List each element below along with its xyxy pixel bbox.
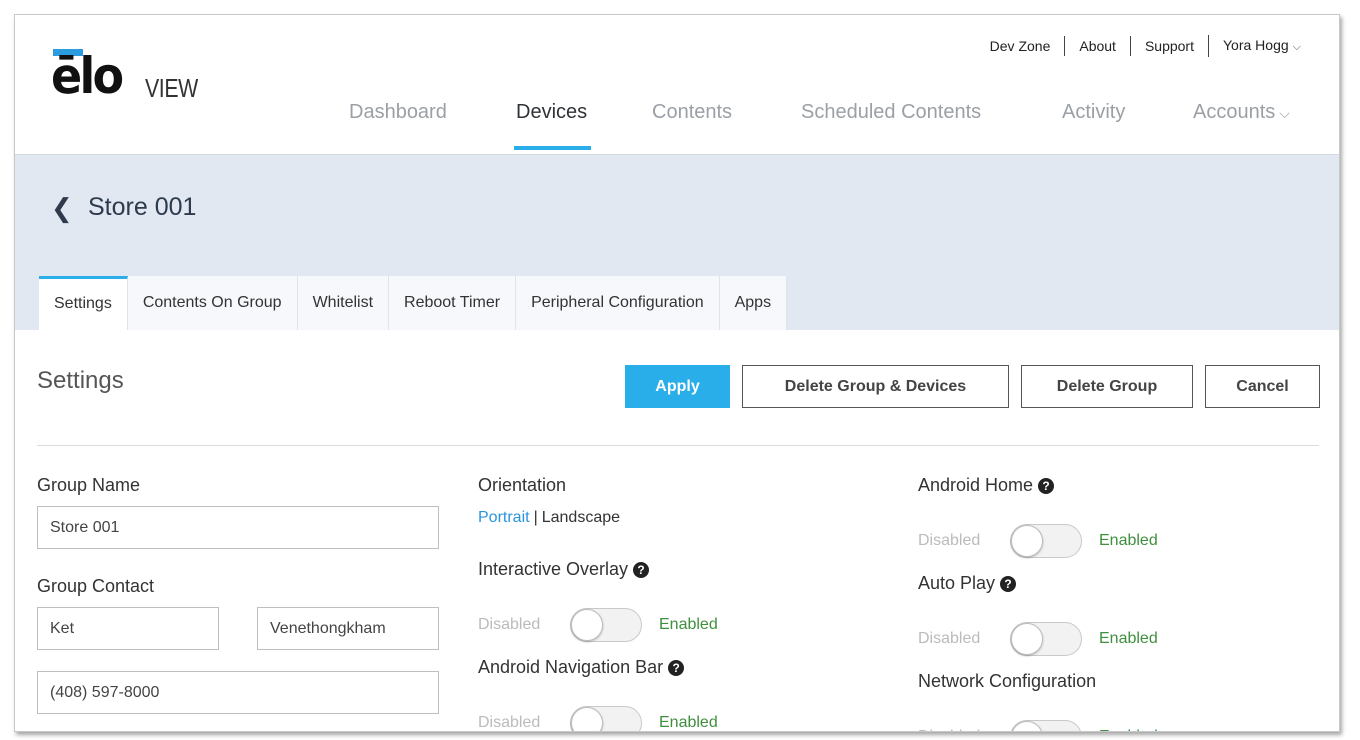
- toggle-knob: [1011, 525, 1043, 557]
- orientation-label: Orientation: [478, 475, 567, 495]
- android-navigation-bar-label: Android Navigation Bar?: [478, 657, 685, 678]
- app-window: ēlo VIEW Dev Zone About Support Yora Hog…: [14, 14, 1340, 732]
- android-navigation-bar-toggle-row: Disabled Enabled: [478, 705, 718, 731]
- help-icon[interactable]: ?: [633, 562, 650, 578]
- nav-scheduled-contents-label: Scheduled Contents: [801, 101, 982, 123]
- group-contact-label: Group Contact: [37, 576, 155, 596]
- nav-activity[interactable]: Activity: [1062, 97, 1125, 155]
- disabled-label: Disabled: [918, 630, 981, 647]
- help-icon[interactable]: ?: [1000, 576, 1017, 592]
- settings-heading: Settings: [37, 367, 124, 394]
- contact-phone-input[interactable]: (408) 597-8000: [37, 671, 439, 714]
- nav-activity-label: Activity: [1062, 101, 1126, 123]
- support-link[interactable]: Support: [1129, 36, 1208, 56]
- divider: [37, 445, 1319, 446]
- android-home-toggle-row: Disabled Enabled: [918, 523, 1158, 559]
- nav-accounts-label: Accounts: [1193, 101, 1276, 123]
- user-menu[interactable]: Yora Hogg ⌵: [1208, 35, 1301, 57]
- back-chevron-icon[interactable]: ❮: [51, 193, 73, 224]
- interactive-overlay-label: Interactive Overlay?: [478, 559, 650, 580]
- network-configuration-label: Network Configuration: [918, 671, 1097, 691]
- logo-main-text: ēlo: [51, 47, 124, 105]
- nav-accounts[interactable]: Accounts ⌵: [1193, 97, 1290, 155]
- orientation-portrait[interactable]: Portrait: [478, 509, 530, 526]
- nav-contents[interactable]: Contents: [652, 97, 732, 155]
- tab-apps[interactable]: Apps: [719, 276, 788, 330]
- main-nav: Dashboard Devices Contents Scheduled Con…: [15, 97, 1339, 155]
- nav-scheduled-contents[interactable]: Scheduled Contents: [801, 97, 981, 155]
- auto-play-label: Auto Play?: [918, 573, 1017, 594]
- android-home-toggle[interactable]: [1010, 524, 1082, 558]
- auto-play-toggle[interactable]: [1010, 622, 1082, 656]
- tab-settings[interactable]: Settings: [39, 276, 128, 330]
- orientation-landscape[interactable]: Landscape: [542, 509, 620, 526]
- tab-bar: Settings Contents On Group Whitelist Reb…: [39, 276, 788, 330]
- top-links: Dev Zone About Support Yora Hogg ⌵: [976, 35, 1301, 57]
- tab-reboot-timer[interactable]: Reboot Timer: [389, 276, 517, 330]
- toggle-knob: [571, 609, 603, 641]
- android-home-label: Android Home?: [918, 475, 1055, 496]
- android-navigation-bar-label-text: Android Navigation Bar: [478, 657, 664, 677]
- toggle-knob: [571, 707, 603, 731]
- orientation-options: Portrait | Landscape: [478, 509, 620, 527]
- enabled-label: Enabled: [659, 616, 718, 633]
- contact-first-name-input[interactable]: Ket: [37, 607, 219, 650]
- help-icon[interactable]: ?: [1038, 478, 1055, 494]
- orientation-separator: |: [533, 509, 538, 526]
- delete-group-devices-button[interactable]: Delete Group & Devices: [742, 365, 1009, 408]
- group-name-label: Group Name: [37, 475, 141, 495]
- tab-peripheral-configuration[interactable]: Peripheral Configuration: [516, 276, 720, 330]
- auto-play-toggle-row: Disabled Enabled: [918, 621, 1158, 657]
- disabled-label: Disabled: [478, 616, 541, 633]
- cancel-button[interactable]: Cancel: [1205, 365, 1320, 408]
- network-configuration-toggle[interactable]: [1010, 720, 1082, 731]
- chevron-down-icon: ⌵: [1279, 105, 1290, 121]
- delete-group-button[interactable]: Delete Group: [1021, 365, 1193, 408]
- interactive-overlay-label-text: Interactive Overlay: [478, 559, 629, 579]
- tab-whitelist[interactable]: Whitelist: [297, 276, 390, 330]
- chevron-down-icon: ⌵: [1292, 41, 1301, 53]
- nav-devices-label: Devices: [516, 101, 588, 123]
- header: ēlo VIEW Dev Zone About Support Yora Hog…: [15, 15, 1339, 155]
- group-name-input[interactable]: Store 001: [37, 506, 439, 549]
- enabled-label: Enabled: [659, 714, 718, 731]
- page-title: Store 001: [88, 193, 197, 221]
- enabled-label: Enabled: [1099, 532, 1158, 549]
- settings-panel: Settings Apply Delete Group & Devices De…: [15, 330, 1339, 731]
- interactive-overlay-toggle-row: Disabled Enabled: [478, 607, 718, 643]
- apply-button[interactable]: Apply: [625, 365, 730, 408]
- about-link[interactable]: About: [1064, 36, 1130, 56]
- network-configuration-toggle-row: Disabled Enabled: [918, 719, 1158, 731]
- nav-dashboard[interactable]: Dashboard: [349, 97, 447, 155]
- active-nav-indicator: [514, 146, 592, 150]
- toggle-knob: [1011, 721, 1043, 731]
- disabled-label: Disabled: [918, 728, 1010, 731]
- user-name: Yora Hogg: [1223, 37, 1289, 53]
- enabled-label: Enabled: [1099, 728, 1158, 731]
- disabled-label: Disabled: [918, 532, 981, 549]
- page-title-band: ❮ Store 001 Settings Contents On Group W…: [15, 155, 1339, 330]
- tab-contents-on-group[interactable]: Contents On Group: [127, 276, 298, 330]
- interactive-overlay-toggle[interactable]: [570, 608, 642, 642]
- disabled-label: Disabled: [478, 714, 541, 731]
- toggle-knob: [1011, 623, 1043, 655]
- enabled-label: Enabled: [1099, 630, 1158, 647]
- android-home-label-text: Android Home: [918, 475, 1034, 495]
- dev-zone-link[interactable]: Dev Zone: [976, 36, 1065, 56]
- nav-dashboard-label: Dashboard: [349, 101, 447, 123]
- contact-last-name-input[interactable]: Venethongkham: [257, 607, 439, 650]
- auto-play-label-text: Auto Play: [918, 573, 996, 593]
- help-icon[interactable]: ?: [668, 660, 685, 676]
- nav-contents-label: Contents: [652, 101, 733, 123]
- android-navigation-bar-toggle[interactable]: [570, 706, 642, 731]
- nav-devices[interactable]: Devices: [514, 97, 592, 155]
